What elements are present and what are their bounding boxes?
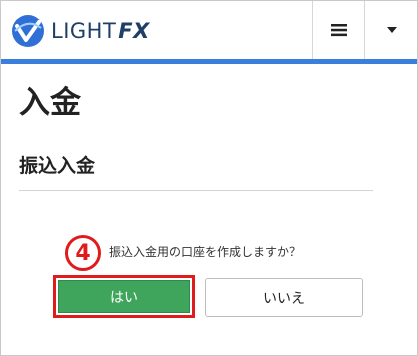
- section-divider: [19, 190, 373, 191]
- lightfx-logo-icon: [12, 15, 44, 47]
- page-frame: LIGHT FX 入金 振込入金 4 振込入金用の口座を作成しますか？ はい い…: [0, 0, 418, 356]
- page-title: 入金: [19, 85, 81, 121]
- no-button[interactable]: いいえ: [205, 278, 363, 317]
- dropdown-button[interactable]: [364, 1, 418, 59]
- lightfx-logo[interactable]: LIGHT FX: [11, 13, 150, 49]
- app-header: LIGHT FX: [1, 1, 417, 61]
- logo-fx-text: FX: [118, 19, 150, 43]
- header-accent-bar: [1, 59, 417, 64]
- yes-button[interactable]: はい: [58, 280, 190, 313]
- section-title: 振込入金: [19, 155, 96, 177]
- logo-light-text: LIGHT: [51, 19, 117, 43]
- menu-button[interactable]: [312, 1, 365, 59]
- logo-wordmark: LIGHT FX: [51, 19, 150, 43]
- hamburger-icon: [331, 24, 347, 37]
- confirm-question: 振込入金用の口座を作成しますか？: [109, 245, 302, 259]
- step-number-badge: 4: [65, 235, 101, 271]
- caret-down-icon: [386, 27, 397, 33]
